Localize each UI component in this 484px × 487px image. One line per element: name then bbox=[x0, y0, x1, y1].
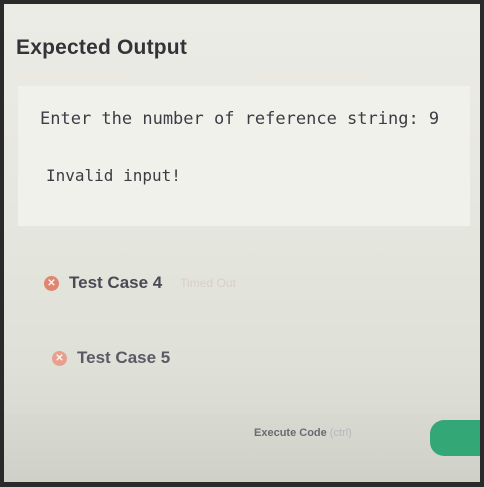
output-line-error: Invalid input! bbox=[46, 166, 181, 185]
submit-button[interactable] bbox=[430, 420, 480, 456]
x-circle-icon: ✕ bbox=[44, 275, 59, 291]
test-case-4[interactable]: ✕ Test Case 4 Timed Out bbox=[44, 273, 236, 293]
test-case-label: Test Case 4 bbox=[69, 273, 163, 292]
test-case-status: Timed Out bbox=[180, 276, 236, 290]
test-case-label: Test Case 5 bbox=[77, 348, 171, 367]
execute-code-label: Execute Code bbox=[254, 427, 327, 439]
app-screen: Expected Output Enter the number of refe… bbox=[4, 4, 480, 482]
test-case-5[interactable]: ✕ Test Case 5 bbox=[52, 348, 170, 368]
execute-code-shortcut: (ctrl) bbox=[329, 427, 352, 439]
x-circle-icon: ✕ bbox=[52, 350, 67, 366]
output-line-prompt: Enter the number of reference string: 9 bbox=[40, 109, 440, 129]
footer-bar bbox=[4, 414, 480, 482]
execute-code-button[interactable]: Execute Code (ctrl) bbox=[254, 427, 352, 439]
expected-output-panel: Enter the number of reference string: 9 … bbox=[18, 86, 470, 226]
expected-output-title: Expected Output bbox=[16, 36, 188, 59]
